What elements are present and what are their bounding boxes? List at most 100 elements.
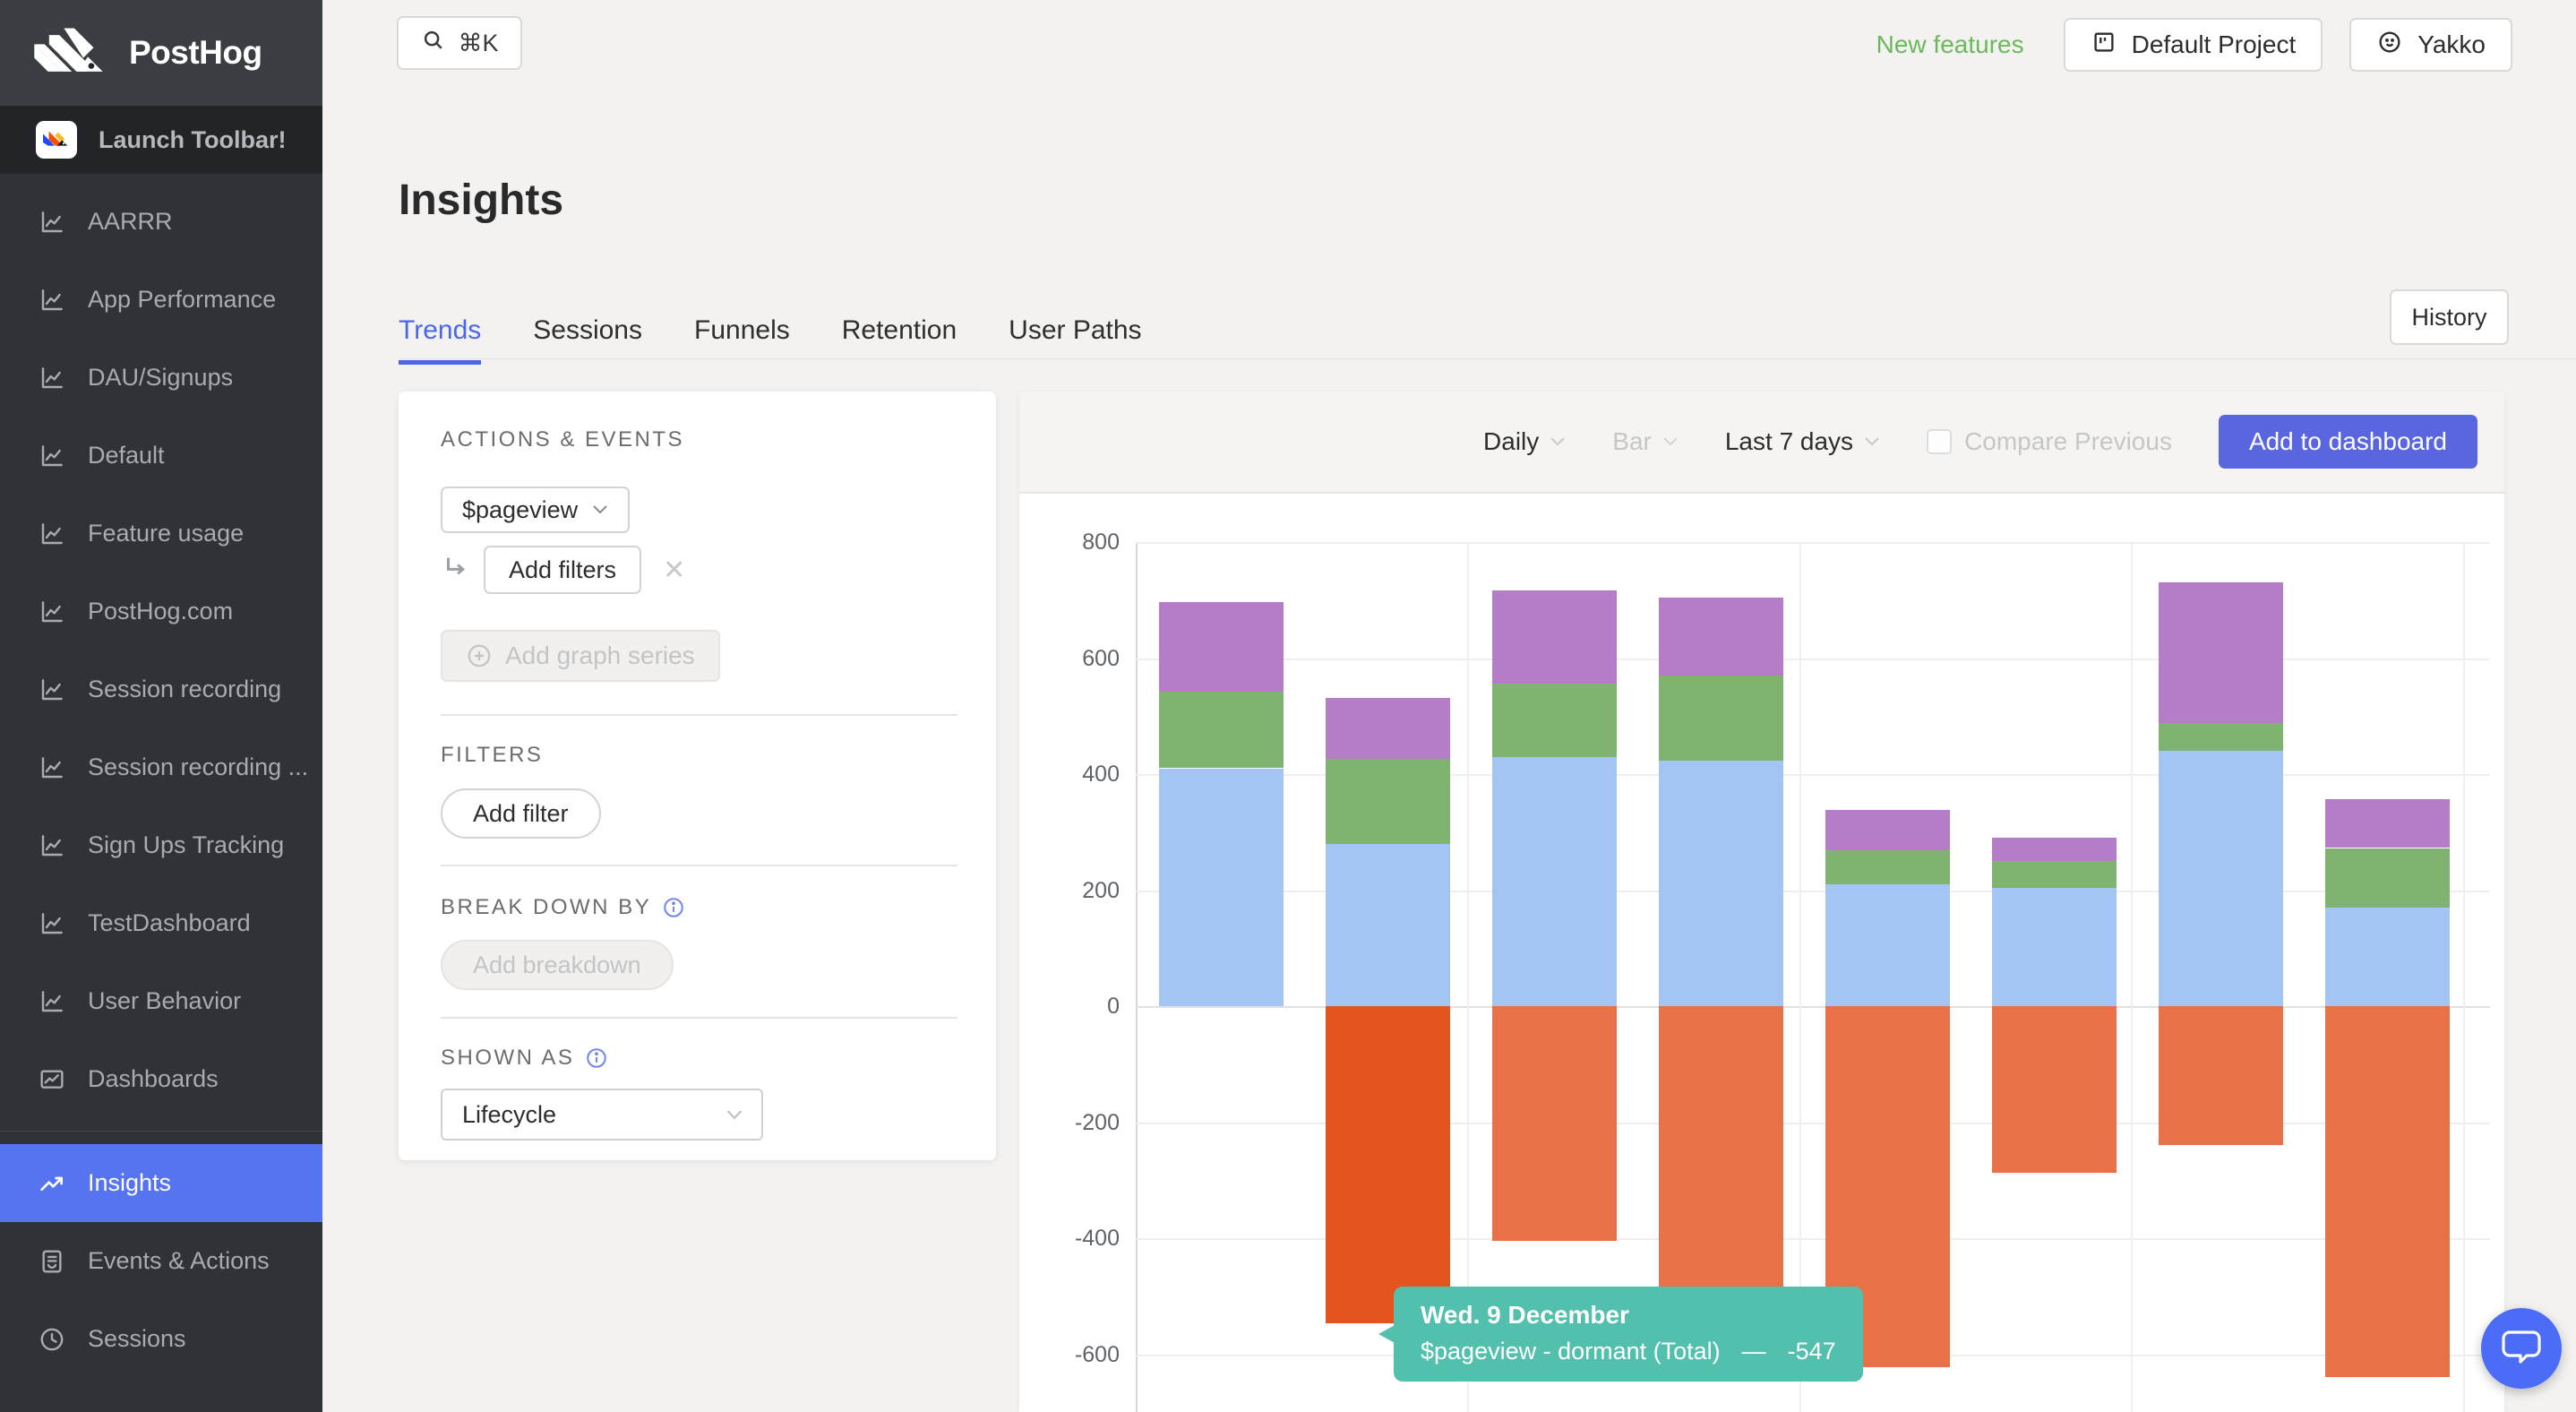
search-icon: [420, 27, 447, 60]
chart-line-icon: [38, 208, 66, 237]
bar-segment-pageview-new[interactable]: [1992, 888, 2117, 1006]
chart-line-icon: [38, 520, 66, 548]
shown-as-select[interactable]: Lifecycle: [441, 1089, 763, 1141]
bar-segment-pageview-new[interactable]: [1825, 884, 1950, 1006]
bar-segment-pageview-resurrecting[interactable]: [2159, 582, 2283, 723]
bar-segment-pageview-new[interactable]: [1326, 844, 1450, 1006]
sidebar-item-events-actions[interactable]: Events & Actions: [0, 1222, 322, 1300]
compare-previous-checkbox[interactable]: [1927, 429, 1952, 454]
dashboard-icon: [38, 1065, 66, 1094]
bar-segment-pageview-returning[interactable]: [1326, 759, 1450, 844]
panel-divider: [441, 714, 957, 716]
sidebar-item-insights[interactable]: Insights: [0, 1144, 322, 1222]
sidebar-item-dashboards[interactable]: Dashboards: [0, 1040, 322, 1118]
interval-dropdown[interactable]: Daily: [1483, 427, 1566, 456]
user-menu-button[interactable]: Yakko: [2349, 18, 2512, 72]
bar-segment-pageview-new[interactable]: [2159, 751, 2283, 1006]
launch-toolbar-button[interactable]: Launch Toolbar!: [0, 106, 322, 174]
bar-segment-pageview-returning[interactable]: [2159, 722, 2283, 751]
bar-segment-pageview-dormant[interactable]: [1992, 1006, 2117, 1173]
sidebar-item-sessions[interactable]: Sessions: [0, 1300, 322, 1378]
document-list-icon: [38, 1247, 66, 1276]
bar-segment-pageview-returning[interactable]: [1992, 861, 2117, 888]
search-button[interactable]: ⌘K: [397, 16, 522, 70]
compare-previous-label: Compare Previous: [1964, 427, 2172, 456]
info-icon[interactable]: [662, 896, 685, 919]
sidebar-item-feature-usage[interactable]: Feature usage: [0, 495, 322, 573]
bar-segment-pageview-returning[interactable]: [1492, 684, 1617, 757]
y-axis-tick: 0: [1019, 992, 1120, 1020]
remove-series-icon[interactable]: ✕: [663, 555, 685, 586]
toolbar-logo-icon: [36, 121, 77, 159]
sidebar-item-testdashboard[interactable]: TestDashboard: [0, 884, 322, 962]
tooltip-date: Wed. 9 December: [1421, 1301, 1836, 1330]
tab-user-paths[interactable]: User Paths: [1009, 315, 1141, 365]
logo-row[interactable]: PostHog: [0, 0, 322, 106]
tab-sessions[interactable]: Sessions: [533, 315, 642, 365]
bar-segment-pageview-returning[interactable]: [1825, 850, 1950, 884]
filter-panel: ACTIONS & EVENTS $pageview Add filters ✕…: [399, 392, 996, 1160]
display-dropdown[interactable]: Bar: [1612, 427, 1679, 456]
chevron-down-icon: [726, 1109, 743, 1121]
info-icon[interactable]: [585, 1046, 608, 1070]
bar-segment-pageview-resurrecting[interactable]: [1992, 838, 2117, 861]
new-features-link[interactable]: New features: [1876, 30, 2024, 59]
project-switcher-button[interactable]: Default Project: [2064, 18, 2323, 72]
add-breakdown-button[interactable]: Add breakdown: [441, 940, 674, 990]
bar-segment-pageview-dormant[interactable]: [2159, 1006, 2283, 1145]
add-filter-button[interactable]: Add filter: [441, 788, 601, 839]
sidebar-item-session-recording[interactable]: Session recording: [0, 650, 322, 728]
sidebar-nav: AARRRApp PerformanceDAU/SignupsDefaultFe…: [0, 174, 322, 1378]
sidebar-divider: [0, 1131, 322, 1132]
bar-segment-pageview-new[interactable]: [2325, 908, 2450, 1006]
add-filters-button[interactable]: Add filters: [484, 546, 641, 594]
date-range-dropdown[interactable]: Last 7 days: [1725, 427, 1880, 456]
y-axis-tick: -200: [1019, 1108, 1120, 1137]
sidebar-item-session-recording[interactable]: Session recording ...: [0, 728, 322, 806]
bar-segment-pageview-returning[interactable]: [2325, 848, 2450, 908]
bar-segment-pageview-dormant[interactable]: [1326, 1006, 1450, 1323]
tab-funnels[interactable]: Funnels: [694, 315, 790, 365]
event-selector[interactable]: $pageview: [441, 486, 630, 533]
add-graph-series-button[interactable]: Add graph series: [441, 630, 720, 682]
sidebar-item-aarrr[interactable]: AARRR: [0, 183, 322, 261]
y-axis-line: [1136, 542, 1138, 1412]
bar-segment-pageview-dormant[interactable]: [2325, 1006, 2450, 1377]
sidebar-item-posthog-com[interactable]: PostHog.com: [0, 573, 322, 650]
tab-retention[interactable]: Retention: [842, 315, 957, 365]
bar-segment-pageview-new[interactable]: [1492, 757, 1617, 1006]
bar-segment-pageview-dormant[interactable]: [1659, 1006, 1783, 1331]
bar-segment-pageview-new[interactable]: [1159, 769, 1284, 1006]
chart-line-icon: [38, 676, 66, 704]
bar-segment-pageview-returning[interactable]: [1159, 691, 1284, 768]
sidebar-item-sign-ups-tracking[interactable]: Sign Ups Tracking: [0, 806, 322, 884]
bar-segment-pageview-resurrecting[interactable]: [1326, 698, 1450, 759]
sidebar-item-dau-signups[interactable]: DAU/Signups: [0, 339, 322, 417]
tab-trends[interactable]: Trends: [399, 315, 481, 365]
bar-segment-pageview-resurrecting[interactable]: [1159, 602, 1284, 692]
user-name: Yakko: [2417, 30, 2486, 59]
sidebar-item-user-behavior[interactable]: User Behavior: [0, 962, 322, 1040]
sidebar-item-app-performance[interactable]: App Performance: [0, 261, 322, 339]
chart-line-icon: [38, 831, 66, 860]
bar-segment-pageview-resurrecting[interactable]: [1825, 810, 1950, 850]
v-gridline: [2131, 542, 2133, 1412]
sidebar-item-default[interactable]: Default: [0, 417, 322, 495]
bar-segment-pageview-resurrecting[interactable]: [1492, 590, 1617, 684]
project-name: Default Project: [2132, 30, 2297, 59]
history-button[interactable]: History: [2390, 289, 2509, 345]
tooltip-series-label: $pageview - dormant (Total): [1421, 1338, 1721, 1365]
chat-widget-button[interactable]: [2481, 1308, 2562, 1389]
actions-events-label: ACTIONS & EVENTS: [441, 427, 684, 452]
h-gridline: [1136, 542, 2490, 544]
toolbar-label: Launch Toolbar!: [99, 126, 287, 154]
add-to-dashboard-button[interactable]: Add to dashboard: [2219, 415, 2477, 469]
bar-segment-pageview-dormant[interactable]: [1492, 1006, 1617, 1241]
chart-line-icon: [38, 753, 66, 782]
bar-segment-pageview-returning[interactable]: [1659, 676, 1783, 761]
bar-segment-pageview-new[interactable]: [1659, 760, 1783, 1006]
smiley-icon: [2376, 29, 2403, 62]
bar-segment-pageview-resurrecting[interactable]: [1659, 598, 1783, 676]
insight-tabs: Trends Sessions Funnels Retention User Paths: [399, 315, 1142, 365]
bar-segment-pageview-resurrecting[interactable]: [2325, 799, 2450, 848]
